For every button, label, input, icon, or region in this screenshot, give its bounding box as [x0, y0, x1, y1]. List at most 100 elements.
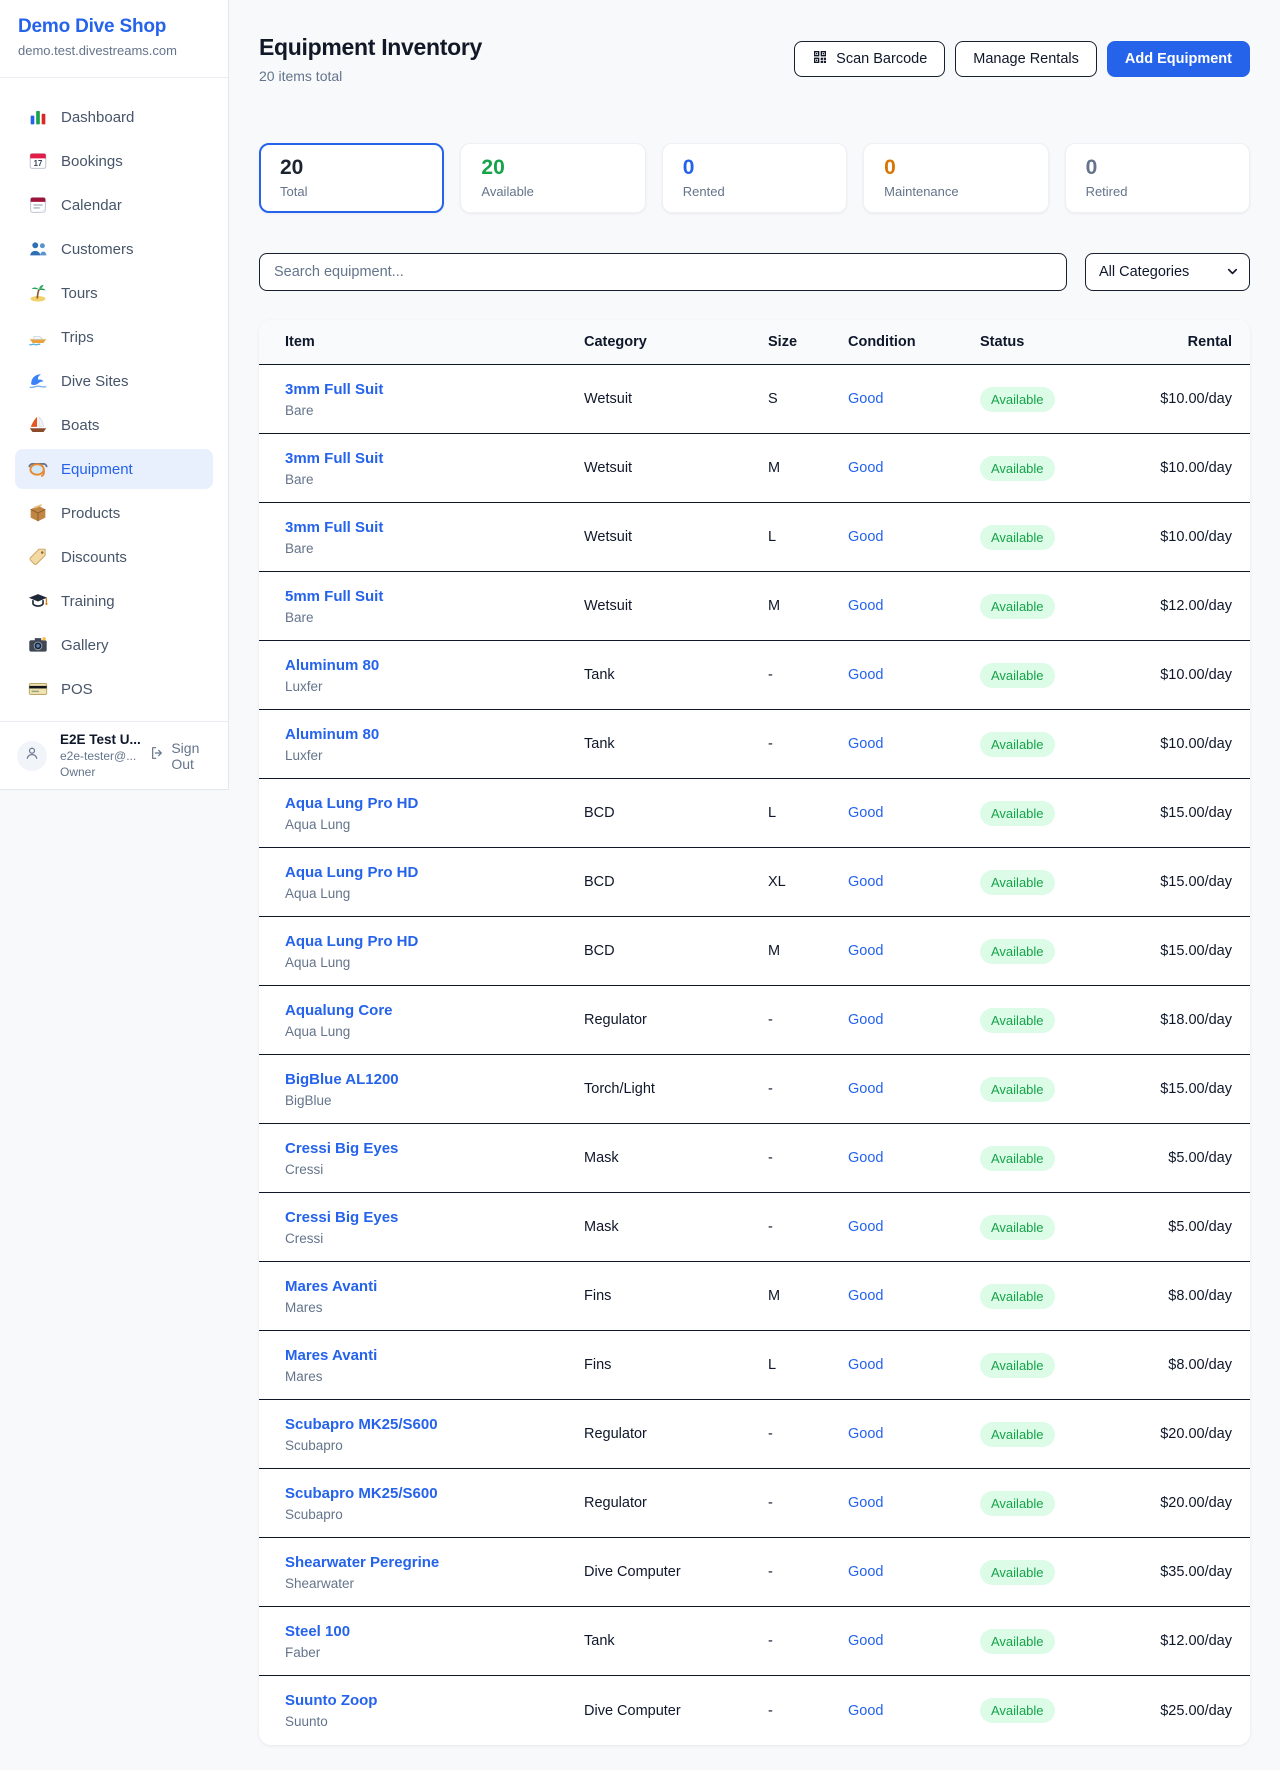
- stat-card-total[interactable]: 20 Total: [259, 143, 444, 213]
- discounts-icon: [27, 546, 49, 568]
- item-name-link[interactable]: Scubapro MK25/S600: [285, 1485, 438, 1502]
- condition-link[interactable]: Good: [848, 1564, 883, 1580]
- condition-link[interactable]: Good: [848, 736, 883, 752]
- sidebar-item-dashboard[interactable]: Dashboard: [15, 97, 213, 137]
- item-size: -: [768, 736, 848, 752]
- item-brand: Mares: [285, 1369, 584, 1384]
- table-row: Mares Avanti Mares Fins L Good Available…: [259, 1331, 1250, 1400]
- condition-link[interactable]: Good: [848, 1633, 883, 1649]
- item-name-link[interactable]: Mares Avanti: [285, 1278, 377, 1295]
- rental-price: $5.00/day: [1168, 1219, 1232, 1235]
- sidebar-item-label: Trips: [61, 329, 94, 346]
- item-brand: Bare: [285, 403, 584, 418]
- item-name-link[interactable]: 3mm Full Suit: [285, 519, 383, 536]
- item-category: Torch/Light: [584, 1081, 768, 1097]
- item-name-link[interactable]: Aqua Lung Pro HD: [285, 933, 418, 950]
- condition-link[interactable]: Good: [848, 1426, 883, 1442]
- sidebar-item-equipment[interactable]: Equipment: [15, 449, 213, 489]
- item-name-link[interactable]: Cressi Big Eyes: [285, 1209, 398, 1226]
- item-name-link[interactable]: Mares Avanti: [285, 1347, 377, 1364]
- rental-price: $20.00/day: [1160, 1495, 1232, 1511]
- condition-link[interactable]: Good: [848, 1081, 883, 1097]
- category-select[interactable]: All Categories: [1085, 253, 1250, 291]
- item-name-link[interactable]: 3mm Full Suit: [285, 381, 383, 398]
- sidebar-item-products[interactable]: Products: [15, 493, 213, 533]
- item-brand: Mares: [285, 1300, 584, 1315]
- condition-link[interactable]: Good: [848, 1703, 883, 1719]
- stat-card-available[interactable]: 20 Available: [460, 143, 645, 213]
- stat-card-maintenance[interactable]: 0 Maintenance: [863, 143, 1048, 213]
- condition-link[interactable]: Good: [848, 1219, 883, 1235]
- sidebar-item-customers[interactable]: Customers: [15, 229, 213, 269]
- equipment-icon: [27, 458, 49, 480]
- stat-card-retired[interactable]: 0 Retired: [1065, 143, 1250, 213]
- bookings-icon: 17: [27, 150, 49, 172]
- condition-link[interactable]: Good: [848, 391, 883, 407]
- condition-link[interactable]: Good: [848, 1288, 883, 1304]
- sidebar-item-boats[interactable]: Boats: [15, 405, 213, 445]
- sidebar-item-pos[interactable]: POS: [15, 669, 213, 709]
- sidebar-item-calendar[interactable]: Calendar: [15, 185, 213, 225]
- item-name-link[interactable]: Cressi Big Eyes: [285, 1140, 398, 1157]
- rental-price: $15.00/day: [1160, 1081, 1232, 1097]
- item-size: L: [768, 529, 848, 545]
- item-name-link[interactable]: Aluminum 80: [285, 657, 379, 674]
- item-name-link[interactable]: Shearwater Peregrine: [285, 1554, 439, 1571]
- item-size: -: [768, 1012, 848, 1028]
- item-name-link[interactable]: Aluminum 80: [285, 726, 379, 743]
- status-badge: Available: [980, 870, 1055, 895]
- item-name-link[interactable]: 3mm Full Suit: [285, 450, 383, 467]
- sidebar-item-gallery[interactable]: Gallery: [15, 625, 213, 665]
- item-size: -: [768, 1219, 848, 1235]
- add-equipment-button[interactable]: Add Equipment: [1107, 41, 1250, 77]
- sidebar-item-label: Products: [61, 505, 120, 522]
- stat-card-rented[interactable]: 0 Rented: [662, 143, 847, 213]
- condition-link[interactable]: Good: [848, 598, 883, 614]
- sidebar-item-label: Gallery: [61, 637, 109, 654]
- item-name-link[interactable]: Scubapro MK25/S600: [285, 1416, 438, 1433]
- sidebar-item-trips[interactable]: Trips: [15, 317, 213, 357]
- condition-link[interactable]: Good: [848, 874, 883, 890]
- condition-link[interactable]: Good: [848, 529, 883, 545]
- rental-price: $18.00/day: [1160, 1012, 1232, 1028]
- item-name-link[interactable]: Suunto Zoop: [285, 1692, 377, 1709]
- sidebar-item-discounts[interactable]: Discounts: [15, 537, 213, 577]
- condition-link[interactable]: Good: [848, 667, 883, 683]
- header-actions: Scan Barcode Manage Rentals Add Equipmen…: [794, 41, 1250, 77]
- item-name-link[interactable]: BigBlue AL1200: [285, 1071, 399, 1088]
- sidebar-item-bookings[interactable]: 17 Bookings: [15, 141, 213, 181]
- condition-link[interactable]: Good: [848, 1012, 883, 1028]
- item-brand: Aqua Lung: [285, 886, 584, 901]
- item-size: -: [768, 1633, 848, 1649]
- condition-link[interactable]: Good: [848, 460, 883, 476]
- stat-value: 20: [280, 155, 423, 181]
- condition-link[interactable]: Good: [848, 943, 883, 959]
- item-name-link[interactable]: Steel 100: [285, 1623, 350, 1640]
- search-input[interactable]: [259, 253, 1067, 291]
- item-name-link[interactable]: 5mm Full Suit: [285, 588, 383, 605]
- sidebar-item-training[interactable]: Training: [15, 581, 213, 621]
- rental-price: $12.00/day: [1160, 598, 1232, 614]
- scan-barcode-button[interactable]: Scan Barcode: [794, 41, 945, 77]
- sign-out-button[interactable]: Sign Out: [149, 740, 220, 772]
- item-name-link[interactable]: Aqua Lung Pro HD: [285, 864, 418, 881]
- column-header-condition: Condition: [848, 334, 980, 350]
- condition-link[interactable]: Good: [848, 805, 883, 821]
- item-name-link[interactable]: Aqualung Core: [285, 1002, 393, 1019]
- status-badge: Available: [980, 801, 1055, 826]
- manage-rentals-button[interactable]: Manage Rentals: [955, 41, 1097, 77]
- sidebar-item-dive-sites[interactable]: Dive Sites: [15, 361, 213, 401]
- rental-price: $15.00/day: [1160, 874, 1232, 890]
- condition-link[interactable]: Good: [848, 1150, 883, 1166]
- rental-price: $10.00/day: [1160, 667, 1232, 683]
- table-row: Scubapro MK25/S600 Scubapro Regulator - …: [259, 1400, 1250, 1469]
- item-size: XL: [768, 874, 848, 890]
- condition-link[interactable]: Good: [848, 1495, 883, 1511]
- sidebar-item-tours[interactable]: Tours: [15, 273, 213, 313]
- item-name-link[interactable]: Aqua Lung Pro HD: [285, 795, 418, 812]
- user-box: E2E Test U... e2e-tester@... Owner Sign …: [0, 721, 228, 789]
- table-row: Aqua Lung Pro HD Aqua Lung BCD L Good Av…: [259, 779, 1250, 848]
- rental-price: $10.00/day: [1160, 529, 1232, 545]
- item-category: Wetsuit: [584, 598, 768, 614]
- condition-link[interactable]: Good: [848, 1357, 883, 1373]
